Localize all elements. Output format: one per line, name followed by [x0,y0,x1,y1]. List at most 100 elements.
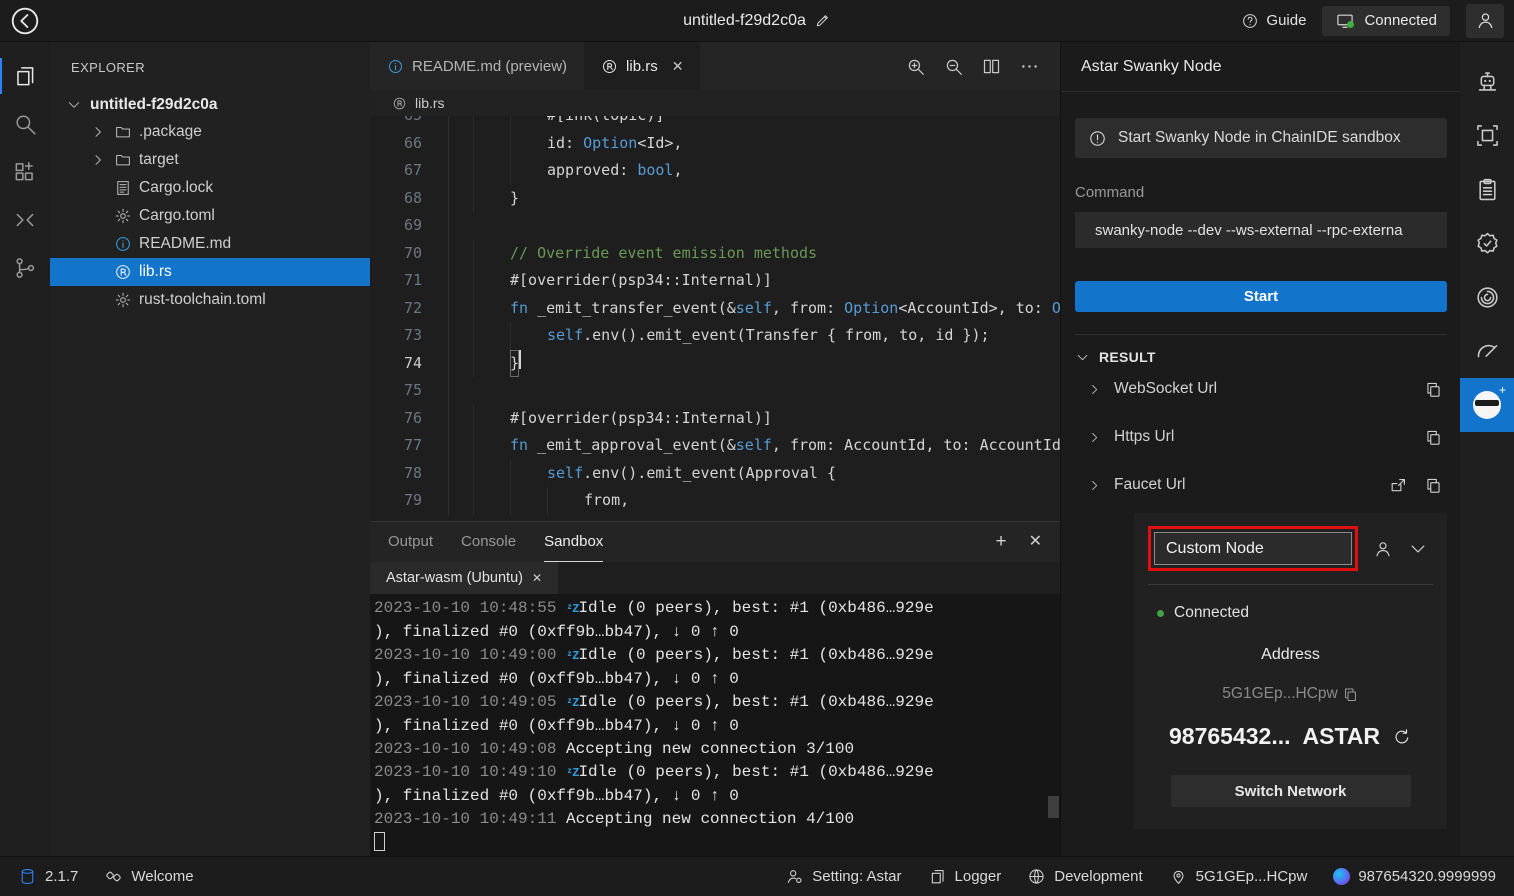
statusbar-987654320-9999999[interactable]: 987654320.9999999 [1333,868,1496,885]
alert-circle-icon [1088,129,1107,148]
file-item-Cargo.lock[interactable]: Cargo.lock [50,174,370,202]
chevron-right-icon [1087,430,1102,445]
statusbar-2-1-7[interactable]: 2.1.7 [18,867,78,886]
plugin-gauge[interactable] [1460,324,1514,378]
copy-icon[interactable] [1424,380,1443,399]
file-item-Cargo.toml[interactable]: Cargo.toml [50,202,370,230]
file-item-target[interactable]: target [50,146,370,174]
close-panel-icon[interactable]: ✕ [1029,531,1042,553]
code-line-71: 71#[overrider(psp34::Internal)] [370,267,1060,295]
statusbar-logger[interactable]: Logger [928,867,1002,886]
log-line: ), finalized #0 (0xff9b…bb47), ↓ 0 ↑ 0 [374,715,1060,738]
line-number: 75 [370,377,448,405]
back-button[interactable] [9,5,41,37]
sandbox-connected-button[interactable]: Connected [1322,6,1450,36]
refresh-icon[interactable] [1392,727,1412,747]
command-input[interactable]: swanky-node --dev --ws-external --rpc-ex… [1075,212,1447,248]
activity-collapse[interactable] [0,196,50,244]
clipboard-icon [1474,176,1501,203]
line-number: 68 [370,185,448,213]
close-tab-icon[interactable]: ✕ [672,58,684,75]
chevron-down-icon[interactable] [1408,539,1428,559]
line-number: 69 [370,212,448,240]
breadcrumb[interactable]: lib.rs [370,90,1060,116]
statusbar-label: Welcome [131,868,193,885]
code-line-72: 72fn _emit_transfer_event(&self, from: O… [370,295,1060,323]
file-label: .package [139,123,202,141]
add-panel-icon[interactable]: + [995,531,1006,553]
statusbar-welcome[interactable]: Welcome [104,867,193,886]
copy-icon[interactable] [1424,476,1443,495]
result-item-label: Https Url [1114,428,1174,446]
connected-label: Connected [1364,12,1437,29]
plugin-badge[interactable] [1460,216,1514,270]
statusbar-development[interactable]: Development [1027,867,1142,886]
log-scrollbar-thumb[interactable] [1048,796,1059,818]
idle-zzz-icon: ᶻZ [566,696,578,710]
line-number: 71 [370,267,448,295]
editor-tab-bar: README.md (preview) lib.rs ✕ [370,42,1060,90]
account-avatar-button[interactable] [1466,4,1504,38]
split-editor-icon[interactable] [981,56,1002,77]
activity-search[interactable] [0,100,50,148]
statusbar-5g1gep-hcpw[interactable]: 5G1GEp...HCpw [1169,867,1308,886]
copy-icon[interactable] [1342,686,1359,703]
file-item-README.md[interactable]: README.md [50,230,370,258]
code-line-73: 73self.env().emit_event(Transfer { from,… [370,322,1060,350]
line-number: 70 [370,240,448,268]
result-section-header[interactable]: RESULT [1075,334,1447,365]
zoom-out-icon[interactable] [943,56,964,77]
guide-link[interactable]: Guide [1241,12,1306,30]
statusbar-setting-astar[interactable]: Setting: Astar [785,867,901,886]
code-line-70: 70// Override event emission methods [370,240,1060,268]
subtab-astar-wasm[interactable]: Astar-wasm (Ubuntu) ✕ [370,562,558,594]
start-button[interactable]: Start [1075,281,1447,312]
log-line: ), finalized #0 (0xff9b…bb47), ↓ 0 ↑ 0 [374,621,1060,644]
tab-sandbox[interactable]: Sandbox [544,522,603,562]
tab-output[interactable]: Output [388,522,433,562]
plugin-astar-swanky[interactable] [1460,378,1514,432]
pin-icon [1169,867,1188,886]
edit-title-pencil-icon[interactable] [814,12,831,29]
code-editor[interactable]: 65#[ink(topic)]66id: Option<Id>,67approv… [370,116,1060,521]
terminal-log[interactable]: 2023-10-10 10:48:55 ᶻZIdle (0 peers), be… [370,594,1060,856]
result-item-websocket-url[interactable]: WebSocket Url [1075,365,1447,413]
tab-console[interactable]: Console [461,522,516,562]
code-line-77: 77fn _emit_approval_event(&self, from: A… [370,432,1060,460]
copy-icon[interactable] [1424,428,1443,447]
sandbox-subtabs: Astar-wasm (Ubuntu) ✕ [370,562,1060,594]
plugin-layout[interactable] [1460,108,1514,162]
close-subtab-icon[interactable]: ✕ [532,571,542,585]
file-item-lib.rs[interactable]: lib.rs [50,258,370,286]
project-title: untitled-f29d2c0a [683,12,806,30]
plugin-robot[interactable] [1460,54,1514,108]
node-selector[interactable]: Custom Node [1154,532,1352,565]
tab-readme-preview[interactable]: README.md (preview) [370,42,584,90]
back-arrow-icon [9,5,41,37]
tree-root-folder[interactable]: untitled-f29d2c0a [50,92,370,118]
line-number: 73 [370,322,448,350]
question-icon [1241,12,1259,30]
activity-files[interactable] [0,52,50,100]
activity-extensions[interactable] [0,148,50,196]
file-item-rust-toolchain.toml[interactable]: rust-toolchain.toml [50,286,370,314]
more-actions-icon[interactable] [1019,56,1040,77]
plugin-openai[interactable] [1460,270,1514,324]
zoom-in-icon[interactable] [905,56,926,77]
plugin-clipboard[interactable] [1460,162,1514,216]
chevron-right-icon [90,152,106,168]
tab-librs[interactable]: lib.rs ✕ [584,42,700,90]
file-item-.package[interactable]: .package [50,118,370,146]
activity-git[interactable] [0,244,50,292]
external-icon[interactable] [1389,476,1408,495]
terminal-cursor [374,832,385,851]
account-icon[interactable] [1373,539,1393,559]
idle-zzz-icon: ᶻZ [566,602,578,616]
result-item-https-url[interactable]: Https Url [1075,413,1447,461]
result-item-faucet-url[interactable]: Faucet Url [1075,461,1447,509]
guide-label: Guide [1266,12,1306,29]
bottom-panel: Output Console Sandbox + ✕ Astar-wasm (U… [370,521,1060,856]
code-line-68: 68} [370,185,1060,213]
result-list: WebSocket Url Https Url Faucet Url [1075,365,1447,509]
switch-network-button[interactable]: Switch Network [1171,775,1411,807]
